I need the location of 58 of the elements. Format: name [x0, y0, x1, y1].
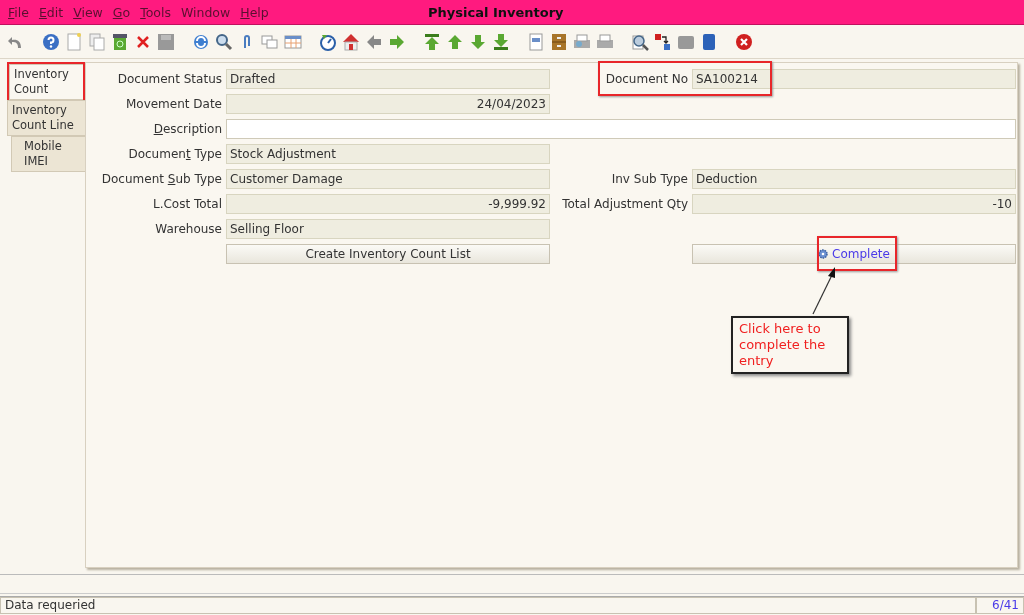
- archive-icon[interactable]: [550, 32, 568, 51]
- field-label: Inv Sub Type: [611, 172, 688, 186]
- input-field: -9,999.92: [226, 194, 550, 214]
- zoom-icon[interactable]: [631, 32, 649, 51]
- record-counter: 6/41: [976, 597, 1024, 614]
- field-label: Document Type: [128, 147, 222, 161]
- field-label: Movement Date: [125, 97, 222, 111]
- tab[interactable]: Mobile IMEI: [11, 136, 85, 172]
- help-icon[interactable]: [42, 32, 60, 51]
- field-label: L.Cost Total: [152, 197, 222, 211]
- input-field: -10: [692, 194, 1016, 214]
- menu-item[interactable]: Go: [112, 4, 131, 20]
- search-icon[interactable]: [215, 32, 233, 51]
- field-label: Document Sub Type: [101, 172, 222, 186]
- input-field: 24/04/2023: [226, 94, 550, 114]
- input-field: Drafted: [226, 69, 550, 89]
- print-preview-icon[interactable]: [573, 32, 591, 51]
- status-message: Data requeried: [0, 597, 976, 614]
- menu-item[interactable]: Edit: [38, 4, 64, 20]
- input-field: Selling Floor: [226, 219, 550, 239]
- table-icon[interactable]: [284, 32, 302, 51]
- input-field: Stock Adjustment: [226, 144, 550, 164]
- action-button[interactable]: Create Inventory Count List: [226, 244, 550, 264]
- arrow-top-icon[interactable]: [423, 32, 441, 51]
- tab[interactable]: Inventory Count: [9, 64, 83, 100]
- tab[interactable]: Inventory Count Line: [7, 100, 85, 136]
- home-icon[interactable]: [342, 32, 360, 51]
- arrow-up-icon[interactable]: [446, 32, 464, 51]
- menu-item[interactable]: File: [8, 4, 29, 20]
- close-icon[interactable]: [735, 32, 753, 51]
- field-label: Document Status: [117, 72, 222, 86]
- field-label: Description: [153, 122, 222, 136]
- input-field[interactable]: [226, 119, 1016, 139]
- menu-item[interactable]: Window: [180, 4, 231, 20]
- chat-icon[interactable]: [261, 32, 279, 51]
- window-title: Physical Inventory: [428, 4, 564, 20]
- input-field: Customer Damage: [226, 169, 550, 189]
- menu-item[interactable]: Help: [240, 4, 269, 20]
- save-icon[interactable]: [157, 32, 175, 51]
- field-label: Document No: [605, 72, 688, 86]
- input-field: SA100214: [692, 69, 1016, 89]
- history-icon[interactable]: [319, 32, 337, 51]
- gear-icon: [818, 249, 829, 259]
- menu-item[interactable]: Tools: [140, 4, 171, 20]
- arrow-down-icon[interactable]: [469, 32, 487, 51]
- transfer-icon[interactable]: [654, 32, 672, 51]
- menu-item[interactable]: View: [73, 4, 103, 20]
- recycle-bin-icon[interactable]: [111, 32, 129, 51]
- arrow-bottom-icon[interactable]: [492, 32, 510, 51]
- input-field: Deduction: [692, 169, 1016, 189]
- callout-note: Click here to complete the entry: [731, 316, 849, 374]
- field-label: Total Adjustment Qty: [562, 197, 688, 211]
- action-button[interactable]: Complete: [692, 244, 1016, 264]
- printer-icon[interactable]: [596, 32, 614, 51]
- report-icon[interactable]: [527, 32, 545, 51]
- refresh-icon[interactable]: [192, 32, 210, 51]
- arrow-right-icon[interactable]: [388, 32, 406, 51]
- field-label: Warehouse: [155, 222, 222, 236]
